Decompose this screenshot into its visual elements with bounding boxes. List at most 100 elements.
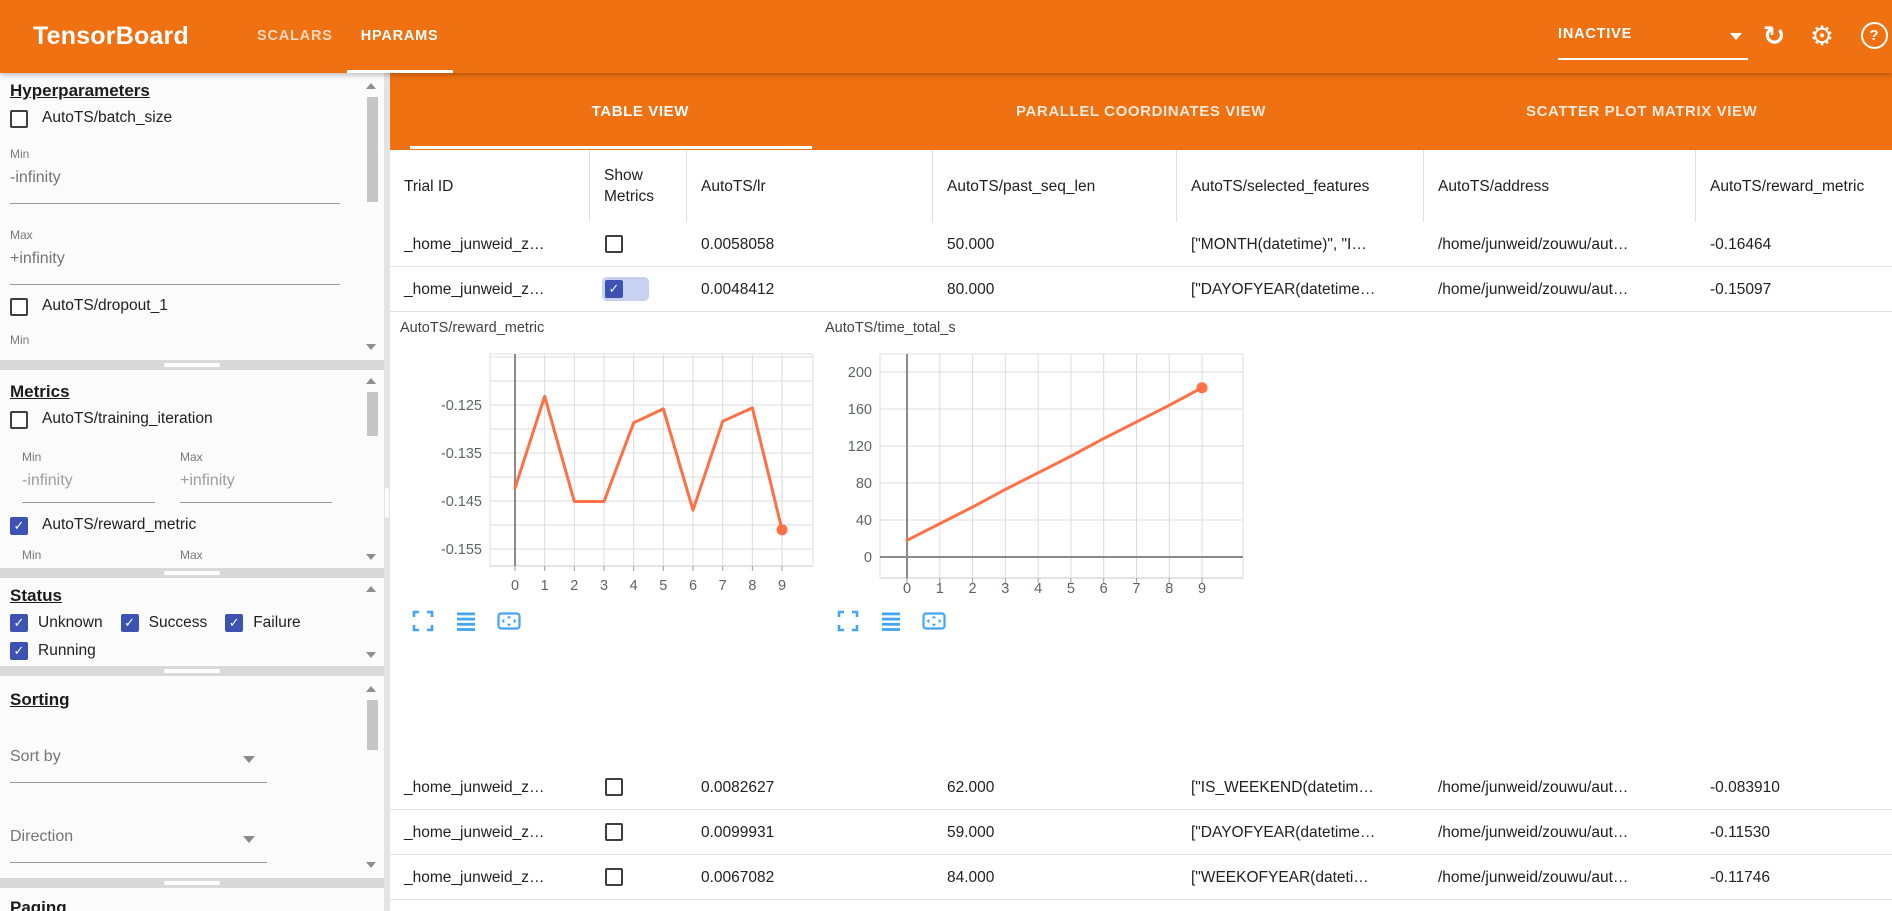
svg-text:4: 4 [1034,581,1042,597]
table-row: _home_junweid_z…0.008262762.000["IS_WEEK… [390,765,1892,810]
training-iteration-checkbox[interactable] [10,411,28,429]
expanded-metrics-panel: AutoTS/reward_metric -0.125-0.135-0.145-… [390,312,1892,765]
svg-text:9: 9 [1198,581,1206,597]
fullscreen-icon[interactable] [835,609,861,635]
cell-past-seq-len: 80.000 [933,267,1177,312]
failure-checkbox[interactable] [225,614,243,632]
svg-text:2: 2 [969,581,977,597]
svg-text:1: 1 [936,581,944,597]
running-checkbox[interactable] [10,642,28,660]
scroll-down-icon[interactable] [366,554,376,560]
max-input[interactable]: +infinity [10,250,65,268]
panel-divider[interactable] [0,568,384,578]
panel-divider[interactable] [0,360,384,370]
svg-text:0: 0 [864,550,872,566]
column-header: Trial ID [390,150,590,222]
status-option-success: Success [121,612,208,634]
direction-dropdown[interactable]: Direction [10,828,73,846]
min-input[interactable]: -infinity [22,472,73,490]
app-title: TensorBoard [33,0,189,73]
chart-title-time-total: AutoTS/time_total_s [825,320,956,336]
cell-reward-metric: -0.15097 [1696,267,1892,312]
column-header: AutoTS/selected_features [1177,150,1424,222]
tab-table-view[interactable]: TABLE VIEW [390,73,891,150]
drag-handle[interactable] [164,669,220,673]
hyperparameters-title: Hyperparameters [10,81,150,101]
scroll-up-icon[interactable] [366,586,376,592]
paging-panel: Paging [0,888,384,911]
max-label: Max [180,548,203,562]
tab-parallel-coordinates-view[interactable]: PARALLEL COORDINATES VIEW [891,73,1392,150]
scroll-up-icon[interactable] [366,83,376,89]
show-metrics-checkbox[interactable] [605,823,623,841]
status-options: UnknownSuccessFailureRunning [10,612,340,662]
list-icon[interactable] [878,609,904,635]
help-question-mark: ? [1861,22,1888,49]
pan-icon[interactable] [496,609,522,635]
cell-past-seq-len: 59.000 [933,810,1177,855]
cell-past-seq-len: 50.000 [933,222,1177,267]
run-mode-select[interactable]: INACTIVE [1558,16,1748,60]
dropout-checkbox[interactable] [10,298,28,316]
scroll-down-icon[interactable] [366,652,376,658]
sort-by-underline [10,782,267,783]
scrollbar-thumb[interactable] [367,700,378,750]
max-label: Max [180,450,203,464]
app-header: TensorBoard SCALARS HPARAMS INACTIVE ↻ ⚙… [0,0,1892,73]
scroll-up-icon[interactable] [366,378,376,384]
fullscreen-icon[interactable] [410,609,436,635]
batch-size-checkbox[interactable] [10,110,28,128]
svg-text:5: 5 [1067,581,1075,597]
cell-address: /home/junweid/zouwu/aut… [1424,810,1696,855]
tab-hparams[interactable]: HPARAMS [347,0,453,73]
min-input-underline [22,502,155,503]
settings-gear-icon[interactable]: ⚙ [1804,0,1840,73]
tab-scalars[interactable]: SCALARS [243,0,347,73]
chart-title-reward-metric: AutoTS/reward_metric [400,320,544,336]
list-icon[interactable] [453,609,479,635]
show-metrics-checkbox[interactable] [605,280,623,298]
show-metrics-checkbox[interactable] [605,235,623,253]
scroll-down-icon[interactable] [366,862,376,868]
min-input-underline [10,203,340,204]
svg-text:-0.155: -0.155 [441,542,482,558]
min-input[interactable]: -infinity [10,169,61,187]
show-metrics-checkbox[interactable] [605,868,623,886]
max-input[interactable]: +infinity [180,472,235,490]
unknown-checkbox[interactable] [10,614,28,632]
svg-text:6: 6 [1100,581,1108,597]
scrollbar-thumb[interactable] [367,97,378,202]
svg-text:40: 40 [856,513,872,529]
help-icon[interactable]: ? [1856,0,1892,73]
cell-selected-features: ["IS_WEEKEND(datetim… [1177,765,1424,810]
svg-text:1: 1 [541,578,549,594]
scroll-up-icon[interactable] [366,686,376,692]
cell-lr: 0.0067082 [687,855,933,900]
panel-divider[interactable] [0,666,384,676]
scrollbar-thumb[interactable] [367,392,378,436]
scroll-down-icon[interactable] [366,344,376,350]
max-input-underline [180,502,332,503]
reward-metric-checkbox[interactable] [10,517,28,535]
pan-icon[interactable] [921,609,947,635]
chevron-down-icon [243,756,255,763]
refresh-icon[interactable]: ↻ [1756,0,1792,73]
reward-metric-chart: -0.125-0.135-0.145-0.1550123456789 [395,340,825,610]
svg-text:2: 2 [570,578,578,594]
show-metrics-checkbox[interactable] [605,778,623,796]
tab-scatter-plot-matrix-view[interactable]: SCATTER PLOT MATRIX VIEW [1391,73,1892,150]
sort-by-dropdown[interactable]: Sort by [10,748,61,766]
svg-text:200: 200 [848,365,872,381]
drag-handle[interactable] [164,363,220,367]
panel-divider[interactable] [0,878,384,888]
cell-selected-features: ["DAYOFYEAR(datetime… [1177,810,1424,855]
svg-text:0: 0 [511,578,519,594]
column-header: Show Metrics [590,150,687,222]
drag-handle[interactable] [164,881,220,885]
success-checkbox[interactable] [121,614,139,632]
table-row: _home_junweid_z…0.004841280.000["DAYOFYE… [390,267,1892,312]
header-nav: SCALARS HPARAMS [243,0,453,73]
drag-handle[interactable] [164,571,220,575]
main-scrollbar-thumb[interactable] [385,488,389,518]
direction-underline [10,862,267,863]
